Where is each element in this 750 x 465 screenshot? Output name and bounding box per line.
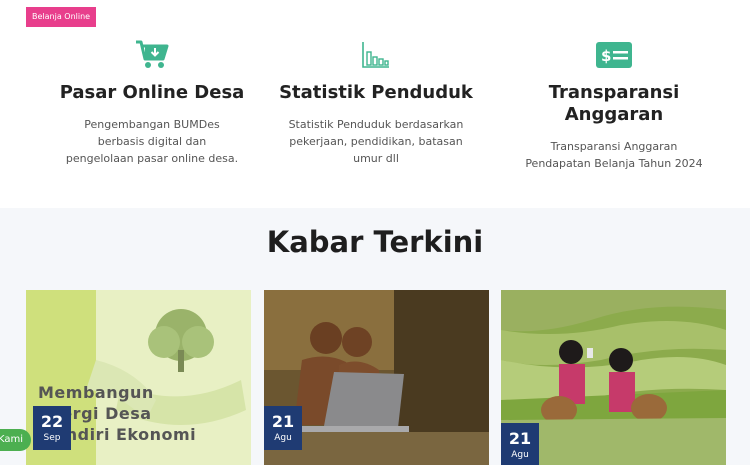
news-section: Kabar Terkini Membangun Energi Desa Mand…: [0, 208, 750, 465]
feature-description: Transparansi Anggaran Pendapatan Belanja…: [525, 140, 703, 170]
date-day: 22: [40, 412, 64, 431]
feature-title: Transparansi Anggaran: [548, 82, 680, 125]
date-badge: 21 Agu: [501, 423, 539, 465]
date-badge: 22 Sep: [33, 406, 71, 450]
date-badge: 21 Agu: [264, 406, 302, 450]
shopping-cart-icon: [42, 38, 262, 72]
bar-chart-icon: [266, 38, 486, 72]
feature-pasar-online: Pasar Online Desa Pengembangan BUMDes be…: [42, 38, 262, 167]
feature-transparansi: $ Transparansi Anggaran Transparansi Ang…: [504, 38, 724, 172]
contact-us-button[interactable]: Kami: [0, 429, 32, 451]
section-title: Kabar Terkini: [266, 225, 484, 259]
category-badge[interactable]: Belanja Online: [26, 7, 97, 27]
feature-title: Pasar Online Desa: [59, 82, 245, 103]
date-month: Sep: [43, 433, 61, 443]
news-card[interactable]: 21 Agu: [501, 290, 726, 465]
feature-title: Statistik Penduduk: [279, 82, 473, 103]
money-bill-icon: $: [504, 38, 724, 72]
news-card[interactable]: 21 Agu: [264, 290, 489, 465]
feature-statistik: Statistik Penduduk Statistik Penduduk be…: [266, 38, 486, 167]
feature-description: Pengembangan BUMDes berbasis digital dan…: [65, 118, 239, 165]
date-month: Agu: [274, 433, 292, 443]
feature-description: Statistik Penduduk berdasarkan pekerjaan…: [288, 118, 464, 165]
date-day: 21: [271, 412, 295, 431]
date-month: Agu: [511, 450, 529, 460]
svg-text:$: $: [601, 47, 611, 65]
news-card[interactable]: Membangun Energi Desa Mandiri Ekonomi 22…: [26, 290, 251, 465]
date-day: 21: [508, 429, 532, 448]
